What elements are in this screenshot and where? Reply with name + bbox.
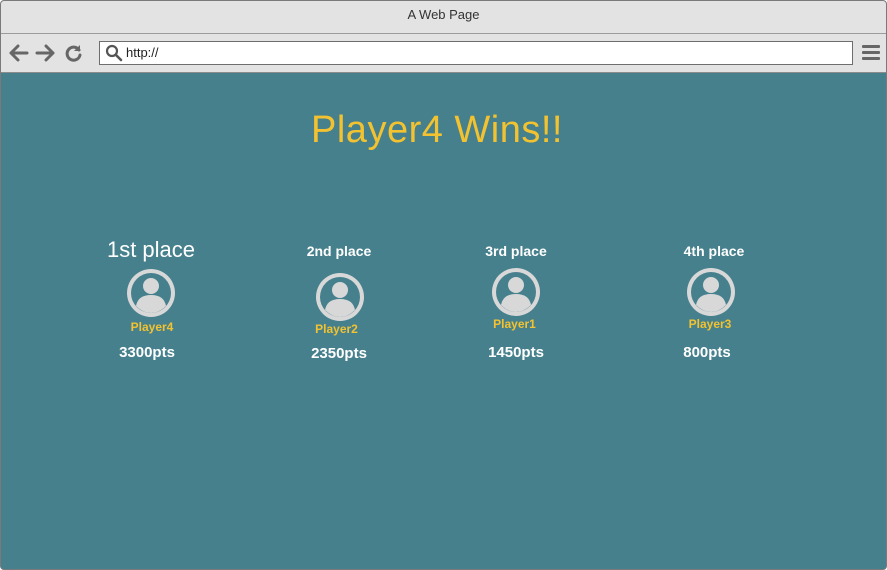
player-name: Player1 — [493, 317, 536, 331]
place-label: 1st place — [106, 237, 196, 262]
player-points: 3300pts — [119, 344, 175, 361]
avatar-icon — [316, 273, 364, 321]
hamburger-menu-icon[interactable] — [862, 45, 880, 61]
player-points: 1450pts — [488, 344, 544, 361]
standing-2: 2nd place Player2 2350pts — [289, 243, 389, 362]
back-arrow-icon[interactable] — [9, 44, 29, 62]
player-name: Player2 — [315, 322, 358, 336]
standing-1: 1st place Player4 3300pts — [96, 237, 206, 361]
forward-arrow-icon[interactable] — [35, 44, 55, 62]
url-text: http:// — [126, 45, 159, 60]
standing-3: 3rd place Player1 1450pts — [466, 243, 566, 361]
window-titlebar: A Web Page — [1, 1, 886, 34]
avatar-icon — [492, 268, 540, 316]
page-content: Player4 Wins!! 1st place Player4 3300pts… — [1, 73, 886, 569]
browser-window: A Web Page http:// Player4 Wins!! 1st pl… — [0, 0, 887, 570]
url-bar[interactable]: http:// — [99, 41, 853, 65]
player-points: 800pts — [683, 344, 731, 361]
reload-icon[interactable] — [64, 44, 84, 62]
player-name: Player4 — [130, 320, 174, 334]
place-label: 3rd place — [485, 243, 547, 259]
winner-headline: Player4 Wins!! — [311, 109, 563, 151]
player-points: 2350pts — [311, 345, 367, 362]
search-icon — [105, 44, 123, 67]
window-title: A Web Page — [407, 7, 480, 22]
player-name: Player3 — [688, 317, 732, 331]
browser-toolbar: http:// — [1, 34, 886, 73]
avatar-icon — [127, 269, 175, 317]
standing-4: 4th place Player3 800pts — [661, 243, 761, 361]
place-label: 2nd place — [306, 243, 372, 259]
avatar-icon — [687, 268, 735, 316]
place-label: 4th place — [683, 243, 745, 259]
